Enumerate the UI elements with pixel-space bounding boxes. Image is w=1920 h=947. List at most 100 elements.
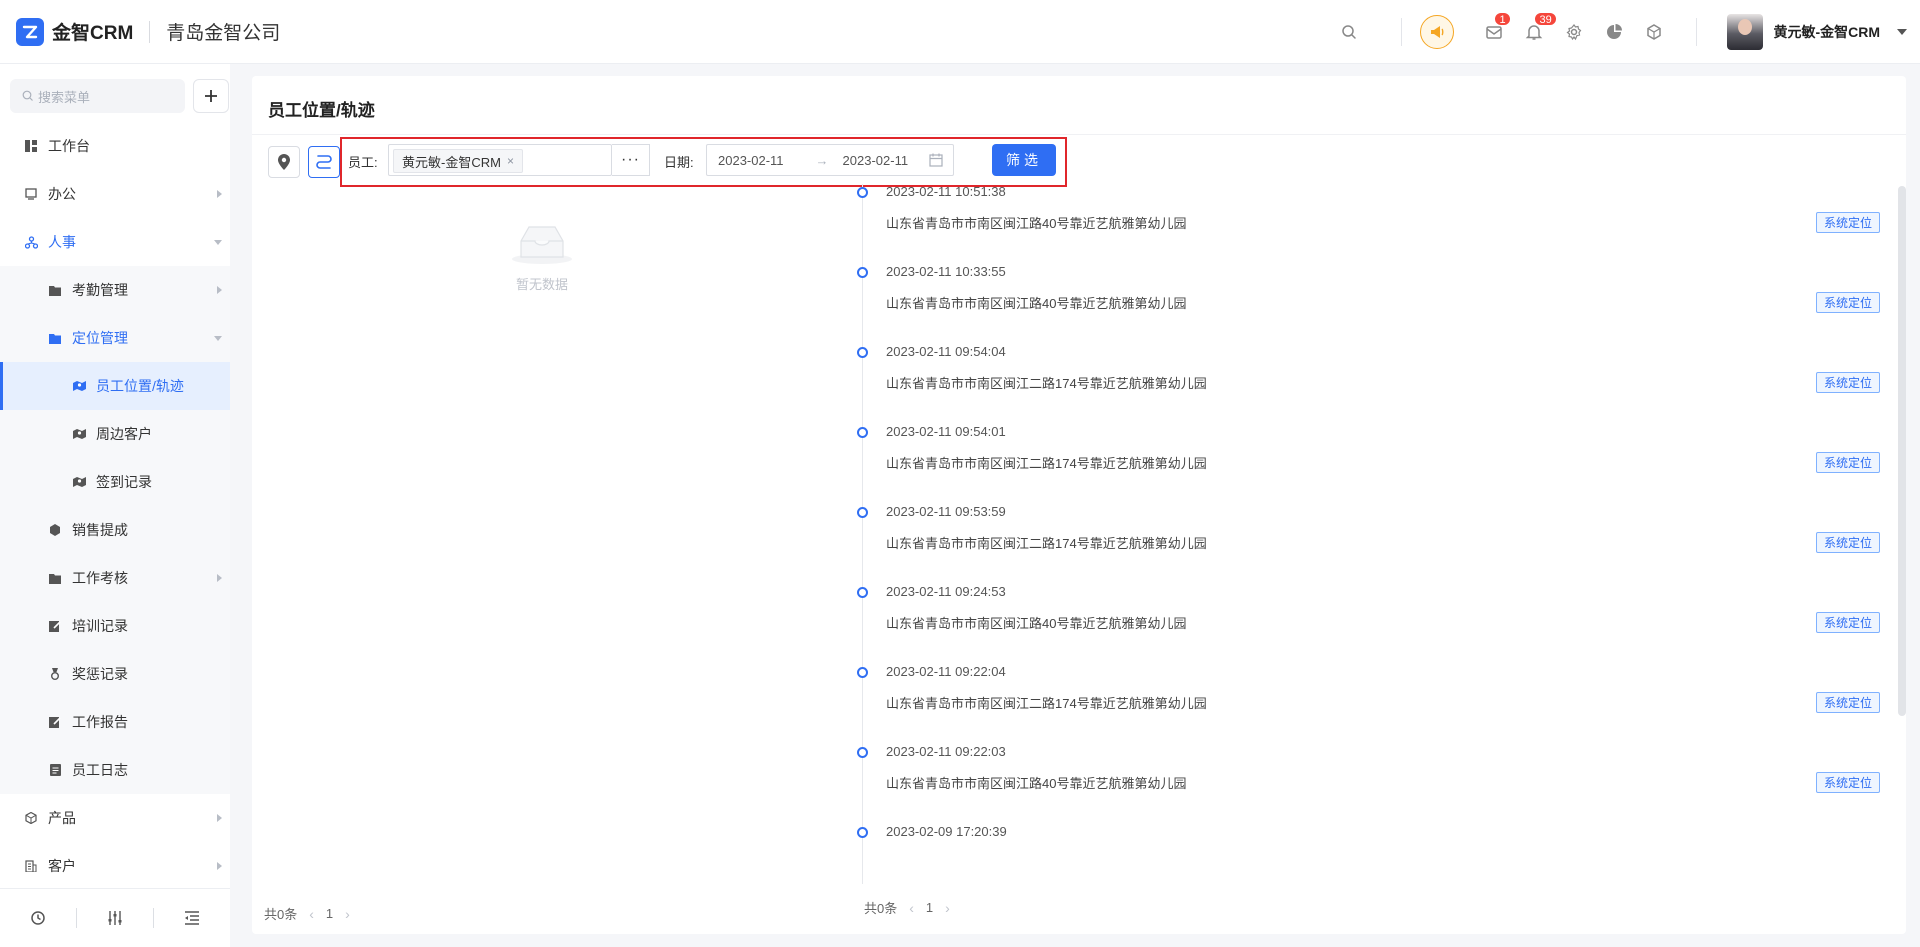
timeline-scrollbar[interactable] xyxy=(1898,186,1906,716)
sliders-icon[interactable] xyxy=(77,910,153,926)
page-number[interactable]: 1 xyxy=(326,906,333,921)
plus-icon xyxy=(205,90,217,102)
timeline-time: 2023-02-11 10:33:55 xyxy=(886,264,1006,279)
sidebar-item-sales-commission[interactable]: 销售提成 xyxy=(0,506,230,554)
company-name[interactable]: 青岛金智公司 xyxy=(166,18,280,45)
empty-box-icon xyxy=(512,226,572,264)
sidebar-item-attendance[interactable]: 考勤管理 xyxy=(0,266,230,314)
sidebar-item-label: 签到记录 xyxy=(96,474,152,490)
timeline-dot xyxy=(857,827,868,838)
sidebar-item-rewards[interactable]: 奖惩记录 xyxy=(0,650,230,698)
history-icon[interactable] xyxy=(0,910,76,926)
location-source-tag: 系统定位 xyxy=(1815,292,1880,313)
sidebar-item-work-assessment[interactable]: 工作考核 xyxy=(0,554,230,602)
timeline-time: 2023-02-11 09:22:03 xyxy=(886,744,1006,759)
employee-select[interactable]: 黄元敏-金智CRM × xyxy=(388,144,612,176)
date-range-picker[interactable]: 2023-02-11 → 2023-02-11 xyxy=(706,144,954,176)
sidebar-item-label: 定位管理 xyxy=(72,330,128,346)
announcement-icon[interactable] xyxy=(1420,15,1455,49)
page-title: 员工位置/轨迹 xyxy=(268,101,375,120)
chevron-down-icon[interactable] xyxy=(1890,20,1914,44)
chevron-right-icon xyxy=(217,190,222,198)
bell-icon[interactable]: 39 xyxy=(1522,12,1557,44)
timeline-address: 山东省青岛市市南区闽江路40号靠近艺航雅第幼儿园 xyxy=(886,296,1187,311)
sidebar-item-work-report[interactable]: 工作报告 xyxy=(0,698,230,746)
timeline-item: 2023-02-11 09:22:03 山东省青岛市市南区闽江路40号靠近艺航雅… xyxy=(856,744,1880,824)
close-icon[interactable]: × xyxy=(507,154,514,168)
location-source-tag: 系统定位 xyxy=(1815,612,1880,633)
more-employees-button[interactable]: ··· xyxy=(612,144,650,176)
sidebar-item-label: 工作台 xyxy=(48,138,90,154)
timeline-dot xyxy=(857,187,868,198)
document-icon xyxy=(48,763,62,777)
sidebar-item-label: 奖惩记录 xyxy=(72,666,128,682)
date-end[interactable]: 2023-02-11 xyxy=(843,153,909,168)
avatar[interactable] xyxy=(1727,14,1764,50)
map-pin-icon xyxy=(278,154,290,170)
menu-search-placeholder: 搜索菜单 xyxy=(38,89,91,105)
sidebar-item-products[interactable]: 产品 xyxy=(0,794,230,842)
date-start[interactable]: 2023-02-11 xyxy=(718,153,784,168)
sidebar-item-nearby-customers[interactable]: 周边客户 xyxy=(0,410,230,458)
timeline-time: 2023-02-11 09:53:59 xyxy=(886,504,1006,519)
map-icon xyxy=(72,379,86,393)
mail-icon[interactable]: 1 xyxy=(1482,12,1511,44)
cube-icon xyxy=(24,811,38,825)
timeline-time: 2023-02-11 09:22:04 xyxy=(886,664,1006,679)
chevron-right-icon[interactable]: › xyxy=(345,906,350,922)
timeline-dot xyxy=(857,747,868,758)
timeline-item: 2023-02-11 10:51:38 山东省青岛市市南区闽江路40号靠近艺航雅… xyxy=(856,184,1880,264)
chevron-right-icon[interactable]: › xyxy=(945,900,950,916)
timeline-address: 山东省青岛市市南区闽江二路174号靠近艺航雅第幼儿园 xyxy=(886,456,1207,471)
logo-mark-icon xyxy=(16,17,44,46)
timeline-item: 2023-02-11 09:54:04 山东省青岛市市南区闽江二路174号靠近艺… xyxy=(856,344,1880,424)
sidebar-item-office[interactable]: 办公 xyxy=(0,170,230,218)
search-icon[interactable] xyxy=(1337,20,1361,44)
header-divider xyxy=(1696,18,1698,46)
sidebar-item-training[interactable]: 培训记录 xyxy=(0,602,230,650)
timeline-time: 2023-02-11 09:24:53 xyxy=(886,584,1006,599)
chevron-down-icon xyxy=(214,336,222,341)
app-name: 金智CRM xyxy=(52,23,134,44)
gear-icon[interactable] xyxy=(1562,20,1586,44)
timeline-time: 2023-02-11 09:54:04 xyxy=(886,344,1006,359)
add-button[interactable] xyxy=(193,79,229,113)
timeline-dot xyxy=(857,587,868,598)
date-label: 日期: xyxy=(664,155,694,170)
employee-tag[interactable]: 黄元敏-金智CRM × xyxy=(393,149,523,173)
chevron-left-icon[interactable]: ‹ xyxy=(309,906,314,922)
sidebar-item-employee-log[interactable]: 员工日志 xyxy=(0,746,230,794)
title-divider xyxy=(252,134,1906,135)
collapse-menu-icon[interactable] xyxy=(154,911,230,925)
menu-search-input[interactable]: 搜索菜单 xyxy=(10,79,185,113)
location-view-button[interactable] xyxy=(268,146,300,178)
chevron-left-icon[interactable]: ‹ xyxy=(909,900,914,916)
user-name[interactable]: 黄元敏-金智CRM xyxy=(1773,22,1880,42)
sidebar-item-label: 工作考核 xyxy=(72,570,128,586)
sidebar-item-employee-track[interactable]: 员工位置/轨迹 xyxy=(0,362,230,410)
timeline-address: 山东省青岛市市南区闽江二路174号靠近艺航雅第幼儿园 xyxy=(886,696,1207,711)
filter-button[interactable]: 筛选 xyxy=(992,144,1056,176)
pie-chart-icon[interactable] xyxy=(1602,20,1626,44)
sidebar: 搜索菜单 工作台 办公 人事 考勤管理 定位管理 员工位置/轨迹 周边客户 签到… xyxy=(0,64,230,947)
main-panel: 员工位置/轨迹 员工: 黄元敏-金智CRM × ··· 日期: 2023-02-… xyxy=(252,76,1906,934)
sidebar-item-label: 员工日志 xyxy=(72,762,128,778)
timeline-time: 2023-02-09 17:20:39 xyxy=(886,824,1007,839)
sidebar-item-hr[interactable]: 人事 xyxy=(0,218,230,266)
sidebar-item-location[interactable]: 定位管理 xyxy=(0,314,230,362)
map-icon xyxy=(72,475,86,489)
header-actions: 1 39 黄元敏-金智CRM xyxy=(1337,0,1920,64)
sidebar-item-workbench[interactable]: 工作台 xyxy=(0,122,230,170)
timeline-item: 2023-02-11 09:24:53 山东省青岛市市南区闽江路40号靠近艺航雅… xyxy=(856,584,1880,664)
folder-icon xyxy=(48,331,62,345)
page-number[interactable]: 1 xyxy=(926,900,933,915)
chevron-right-icon xyxy=(217,814,222,822)
sidebar-item-customers[interactable]: 客户 xyxy=(0,842,230,890)
sidebar-item-checkin-records[interactable]: 签到记录 xyxy=(0,458,230,506)
cube-icon[interactable] xyxy=(1642,20,1666,44)
track-view-button[interactable] xyxy=(308,146,340,178)
timeline-item: 2023-02-11 09:54:01 山东省青岛市市南区闽江二路174号靠近艺… xyxy=(856,424,1880,504)
app-logo[interactable]: 金智CRM xyxy=(16,17,134,46)
sidebar-item-label: 培训记录 xyxy=(72,618,128,634)
sidebar-footer xyxy=(0,888,230,947)
